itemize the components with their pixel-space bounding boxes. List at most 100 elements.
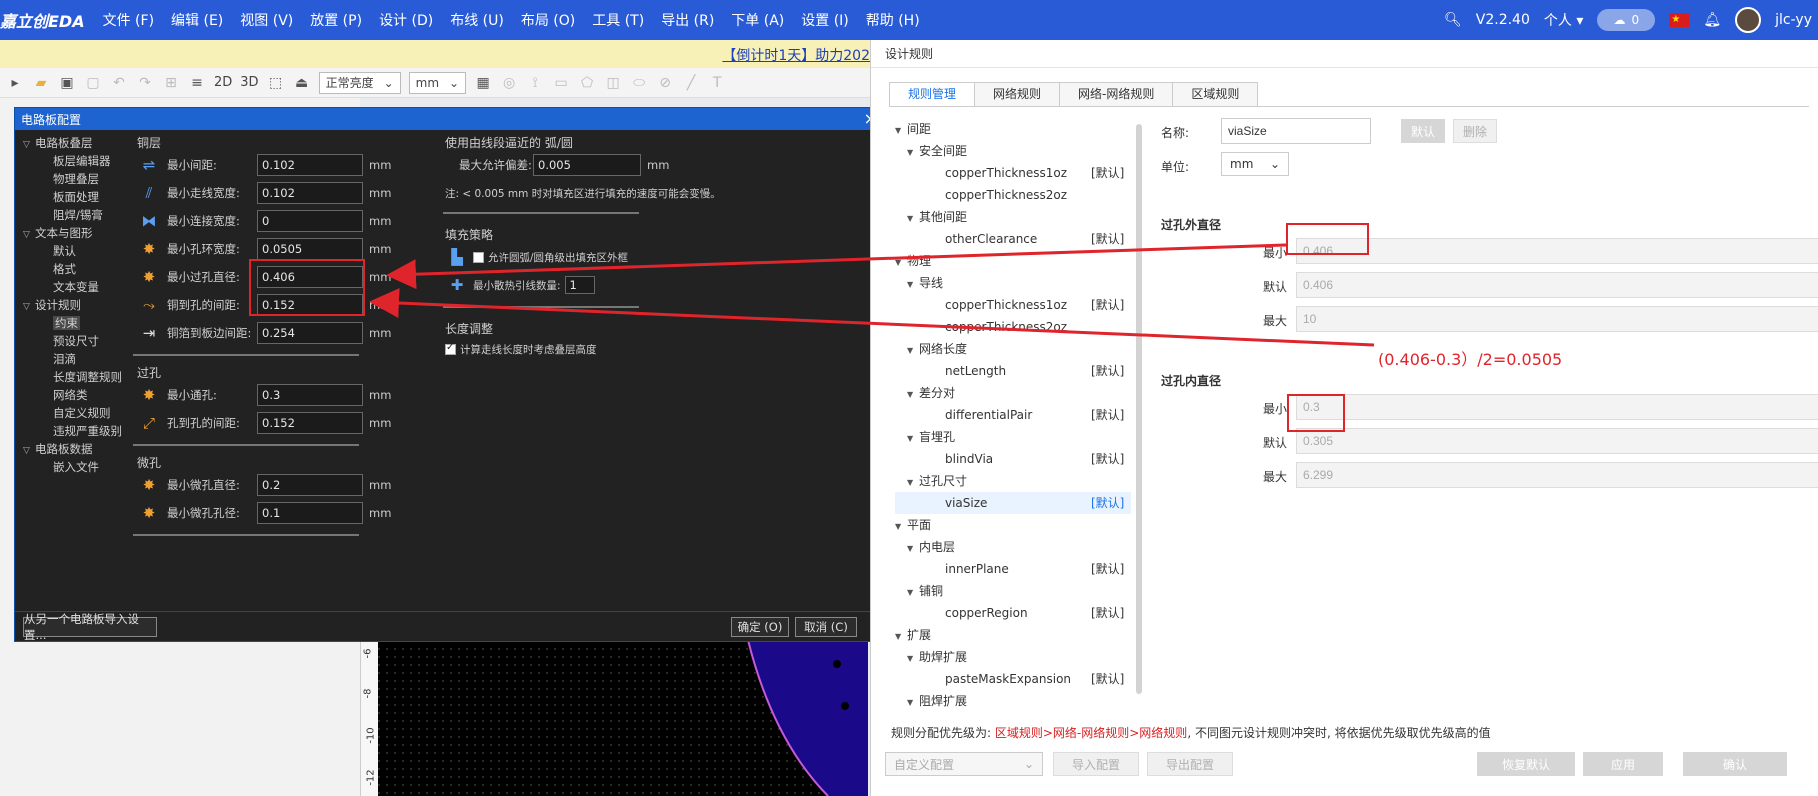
min-through-hole-input[interactable]: [257, 384, 363, 406]
min-annular-ring-input[interactable]: [257, 238, 363, 260]
tree-node-design-rules[interactable]: ▽ 设计规则: [15, 296, 129, 314]
pcb-canvas[interactable]: [378, 639, 868, 796]
menu-order[interactable]: 下单 (A): [731, 10, 784, 30]
via-icon[interactable]: ⟟: [526, 75, 544, 91]
tree-item-format[interactable]: 格式: [15, 260, 129, 278]
rules-tree-item[interactable]: ▼ 物理: [895, 250, 931, 272]
tree-node-board-data[interactable]: ▽ 电路板数据: [15, 440, 129, 458]
tree-item-finish[interactable]: 板面处理: [15, 188, 129, 206]
menu-layout[interactable]: 布局 (O): [521, 10, 575, 30]
view-2d-button[interactable]: 2D: [214, 75, 232, 90]
min-clearance-input[interactable]: [257, 154, 363, 176]
tree-node-stackup[interactable]: ▽ 电路板叠层: [15, 134, 129, 152]
collapse-icon[interactable]: ▸: [6, 75, 24, 91]
tree-item-length-tuning[interactable]: 长度调整规则: [15, 368, 129, 386]
scrollbar-thumb[interactable]: [1136, 124, 1142, 694]
brightness-select[interactable]: 正常亮度 ⌄: [318, 71, 401, 94]
inner-min-input[interactable]: [1296, 394, 1818, 420]
min-micro-drill-input[interactable]: [257, 502, 363, 524]
rules-tree-item[interactable]: copperRegion [默认]: [895, 602, 1124, 624]
tree-item-embedded-files[interactable]: 嵌入文件: [15, 458, 129, 476]
min-track-width-input[interactable]: [257, 182, 363, 204]
length-stackup-checkbox[interactable]: [445, 342, 456, 355]
rules-tree-item[interactable]: pasteMaskExpansion [默认]: [895, 668, 1124, 690]
tree-item-severity[interactable]: 违规严重级别: [15, 422, 129, 440]
menu-file[interactable]: 文件 (F): [103, 10, 154, 30]
tab-rule-management[interactable]: 规则管理: [889, 82, 976, 106]
rules-tree-item[interactable]: copperThickness2oz: [895, 184, 1067, 206]
mode-dropdown[interactable]: 个人 ▾: [1544, 10, 1583, 30]
rules-tree-item[interactable]: netLength [默认]: [895, 360, 1124, 382]
menu-place[interactable]: 放置 (P): [310, 10, 362, 30]
save-all-icon[interactable]: ▢: [84, 75, 102, 91]
view-3d-button[interactable]: 3D: [240, 75, 258, 90]
rules-tree-item[interactable]: ▼ 盲埋孔: [895, 426, 955, 448]
rules-tree-item[interactable]: ▼ 助焊扩展: [895, 646, 967, 668]
tree-item-layer-editor[interactable]: 板层编辑器: [15, 152, 129, 170]
rules-tree-item[interactable]: ▼ 过孔尺寸: [895, 470, 967, 492]
rules-tree-item[interactable]: ▼ 内电层: [895, 536, 955, 558]
export-config-button[interactable]: 导出配置: [1147, 752, 1233, 776]
layer-icon[interactable]: ⏏: [293, 75, 311, 91]
rules-tree-item[interactable]: ▼ 间距: [895, 118, 931, 140]
menu-view[interactable]: 视图 (V): [240, 10, 293, 30]
search-icon[interactable]: 🔍︎: [1444, 12, 1462, 28]
tree-item-physical-stackup[interactable]: 物理叠层: [15, 170, 129, 188]
tree-item-text-vars[interactable]: 文本变量: [15, 278, 129, 296]
ok-button[interactable]: 确定 (O): [731, 617, 789, 637]
menu-tools[interactable]: 工具 (T): [592, 10, 644, 30]
tree-node-text-graphics[interactable]: ▽ 文本与图形: [15, 224, 129, 242]
import-config-button[interactable]: 导入配置: [1053, 752, 1139, 776]
rules-tree-item[interactable]: copperThickness1oz [默认]: [895, 294, 1124, 316]
min-connection-width-input[interactable]: [257, 210, 363, 232]
restore-default-button[interactable]: 恢复默认: [1477, 752, 1575, 776]
rules-tree-item[interactable]: ▼ 平面: [895, 514, 931, 536]
ellipse-icon[interactable]: ⬭: [630, 75, 648, 91]
rule-unit-select[interactable]: mm ⌄: [1221, 152, 1289, 176]
tree-item-constraints[interactable]: 约束: [15, 314, 129, 332]
confirm-button[interactable]: 确认: [1683, 752, 1787, 776]
fill-allow-arc-checkbox[interactable]: [473, 251, 484, 263]
grid-icon[interactable]: ⊞: [162, 75, 180, 91]
import-from-board-button[interactable]: 从另一个电路板导入设置...: [23, 612, 157, 642]
calculator-icon[interactable]: ▦: [474, 75, 492, 91]
delete-rule-button[interactable]: 删除: [1453, 119, 1497, 143]
no-icon[interactable]: ⊘: [656, 75, 674, 91]
rules-tree-item[interactable]: ▼ 导线: [895, 272, 943, 294]
announcement-link[interactable]: 【倒计时1天】助力202: [722, 45, 870, 65]
rules-tree-item[interactable]: ▼ 差分对: [895, 382, 955, 404]
tree-item-mask-paste[interactable]: 阻焊/锡膏: [15, 206, 129, 224]
rules-tree-item[interactable]: copperThickness1oz [默认]: [895, 162, 1124, 184]
tab-region-rules[interactable]: 区域规则: [1172, 82, 1259, 106]
rules-tree-item[interactable]: copperThickness2oz: [895, 316, 1067, 338]
inner-max-input[interactable]: [1296, 462, 1818, 488]
line-icon[interactable]: ╱: [682, 75, 700, 91]
text-icon[interactable]: T: [708, 75, 726, 91]
apply-button[interactable]: 应用: [1583, 752, 1663, 776]
tree-item-presets[interactable]: 预设尺寸: [15, 332, 129, 350]
tab-net-rules[interactable]: 网络规则: [974, 82, 1061, 106]
menu-export[interactable]: 导出 (R): [661, 10, 714, 30]
rule-name-input[interactable]: [1221, 118, 1371, 144]
tree-item-default[interactable]: 默认: [15, 242, 129, 260]
inner-default-input[interactable]: [1296, 428, 1818, 454]
custom-config-select[interactable]: 自定义配置 ⌄: [885, 752, 1043, 776]
min-spokes-stepper[interactable]: [564, 276, 595, 294]
copper-to-edge-input[interactable]: [257, 322, 363, 344]
menu-help[interactable]: 帮助 (H): [866, 10, 920, 30]
menu-edit[interactable]: 编辑 (E): [171, 10, 223, 30]
undo-icon[interactable]: ↶: [110, 75, 128, 91]
min-micro-via-input[interactable]: [257, 474, 363, 496]
tree-item-teardrops[interactable]: 泪滴: [15, 350, 129, 368]
rules-tree-item[interactable]: blindVia [默认]: [895, 448, 1124, 470]
open-folder-icon[interactable]: ▰: [32, 75, 50, 91]
bell-icon[interactable]: 🔔︎: [1703, 12, 1721, 28]
tree-item-custom-rules[interactable]: 自定义规则: [15, 404, 129, 422]
rules-tree-item[interactable]: ▼ 安全间距: [895, 140, 967, 162]
tree-item-net-classes[interactable]: 网络类: [15, 386, 129, 404]
rules-tree-item[interactable]: innerPlane [默认]: [895, 558, 1124, 580]
tab-net-net-rules[interactable]: 网络-网络规则: [1059, 82, 1174, 106]
set-default-button[interactable]: 默认: [1401, 119, 1445, 143]
region-icon[interactable]: ◫: [604, 75, 622, 91]
rules-tree-item[interactable]: viaSize [默认]: [895, 492, 1131, 514]
